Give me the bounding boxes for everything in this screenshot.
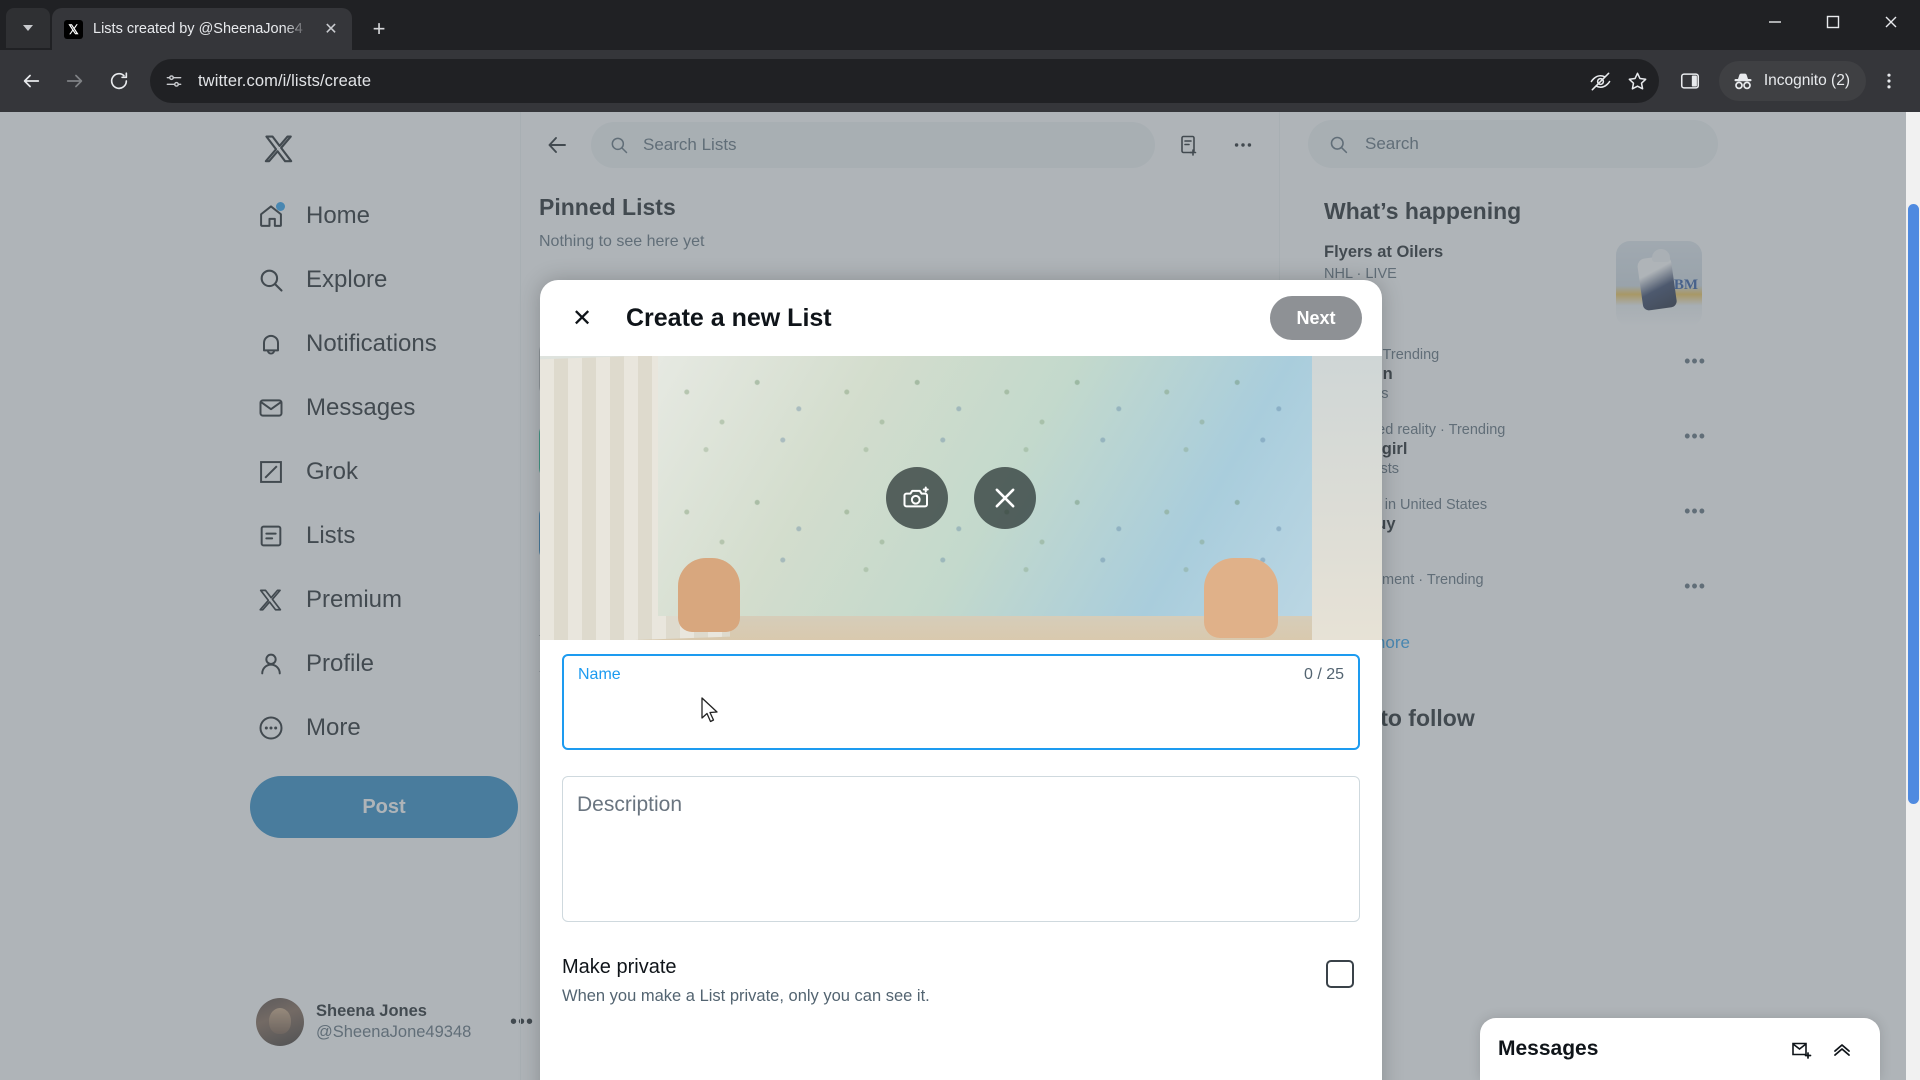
url-text: twitter.com/i/lists/create: [198, 71, 372, 90]
banner-actions: [886, 467, 1036, 529]
incognito-indicator[interactable]: Incognito (2): [1718, 61, 1866, 101]
name-field-label: Name: [578, 666, 621, 683]
close-icon[interactable]: ✕: [320, 18, 342, 40]
maximize-button[interactable]: [1804, 0, 1862, 44]
incognito-hat-icon: [1731, 69, 1755, 93]
window-controls: [1746, 0, 1920, 44]
browser-toolbar: twitter.com/i/lists/create Incognito (2): [0, 50, 1920, 112]
incognito-label: Incognito (2): [1763, 72, 1850, 89]
dialog-body: Name 0 / 25 Description Make private Whe…: [540, 640, 1382, 1080]
mouse-cursor: [701, 697, 718, 723]
description-field-placeholder: Description: [577, 793, 683, 816]
address-bar[interactable]: twitter.com/i/lists/create: [150, 59, 1659, 103]
close-icon[interactable]: ✕: [560, 296, 604, 340]
browser-tab[interactable]: 𝕏 Lists created by @SheenaJone4 ✕: [52, 8, 352, 50]
minimize-button[interactable]: [1746, 0, 1804, 44]
scrollbar-thumb[interactable]: [1908, 204, 1919, 804]
page-scrollbar[interactable]: [1906, 112, 1920, 1080]
next-button[interactable]: Next: [1270, 296, 1362, 340]
back-icon[interactable]: [10, 60, 52, 102]
new-tab-button[interactable]: +: [362, 12, 396, 46]
make-private-row[interactable]: Make private When you make a List privat…: [562, 956, 1360, 1006]
remove-photo-close-icon[interactable]: [974, 467, 1036, 529]
dialog-header: ✕ Create a new List Next: [540, 280, 1382, 356]
reload-icon[interactable]: [98, 60, 140, 102]
messages-dock-label: Messages: [1498, 1037, 1599, 1060]
tab-search-icon[interactable]: [6, 8, 50, 48]
chevron-up-icon[interactable]: [1822, 1029, 1862, 1069]
make-private-checkbox[interactable]: [1326, 960, 1354, 988]
page-viewport: Home Explore Notifications: [0, 112, 1920, 1080]
browser-window: 𝕏 Lists created by @SheenaJone4 ✕ + twit…: [0, 0, 1920, 1080]
name-char-counter: 0 / 25: [1303, 666, 1344, 683]
make-private-label: Make private: [562, 956, 677, 978]
create-list-dialog: ✕ Create a new List Next Name 0 / 25 Des…: [540, 280, 1382, 1080]
name-field[interactable]: Name 0 / 25: [562, 654, 1360, 750]
tab-title: Lists created by @SheenaJone4: [93, 21, 303, 37]
messages-dock[interactable]: Messages: [1480, 1018, 1880, 1080]
forward-icon[interactable]: [54, 60, 96, 102]
description-field[interactable]: Description: [562, 776, 1360, 922]
eye-off-icon[interactable]: [1589, 70, 1612, 93]
compose-message-icon[interactable]: [1782, 1029, 1822, 1069]
x-logo-icon: 𝕏: [64, 19, 83, 39]
dialog-title: Create a new List: [626, 303, 832, 332]
close-window-button[interactable]: [1862, 0, 1920, 44]
three-dot-menu-icon[interactable]: [1868, 60, 1910, 102]
tune-icon[interactable]: [164, 71, 184, 91]
make-private-help: When you make a List private, only you c…: [562, 987, 930, 1005]
tab-strip: 𝕏 Lists created by @SheenaJone4 ✕ +: [0, 0, 1920, 50]
star-icon[interactable]: [1626, 70, 1649, 93]
list-banner-image: [540, 356, 1382, 640]
add-photo-camera-icon[interactable]: [886, 467, 948, 529]
side-panel-icon[interactable]: [1669, 60, 1711, 102]
